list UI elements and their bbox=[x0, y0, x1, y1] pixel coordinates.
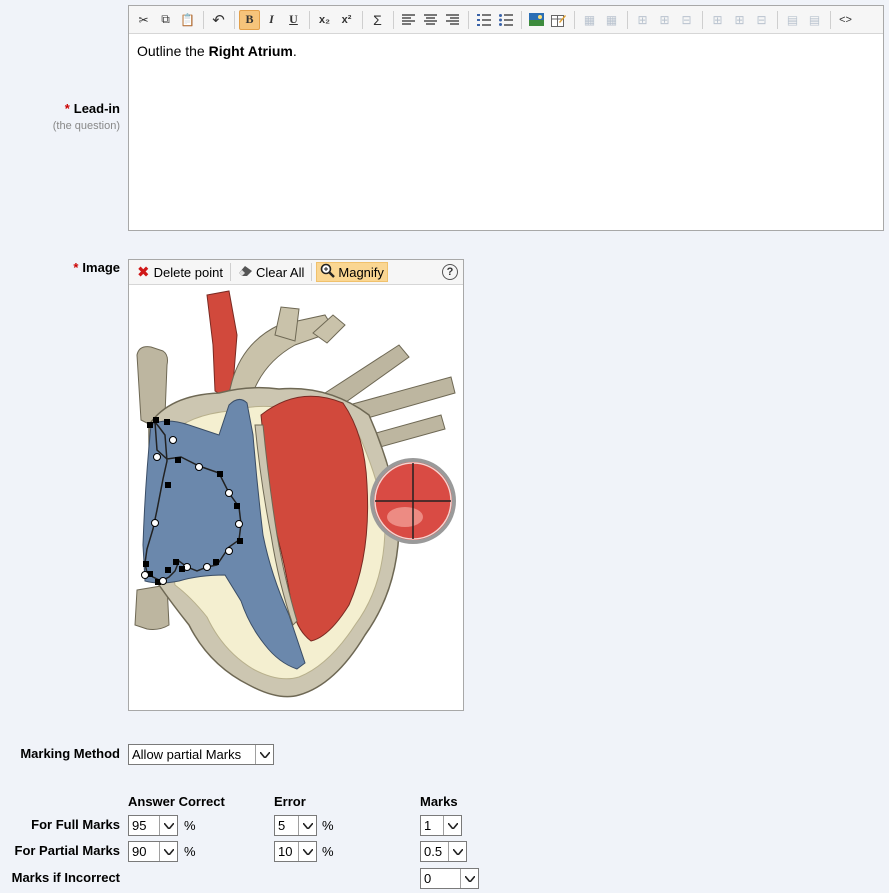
percent-unit: % bbox=[322, 844, 334, 859]
align-left-icon[interactable] bbox=[398, 10, 419, 30]
image-label-text: Image bbox=[82, 260, 120, 275]
undo-icon[interactable]: ↶ bbox=[208, 10, 229, 30]
merge-cells-icon[interactable]: ▤ bbox=[804, 10, 825, 30]
chevron-down-icon bbox=[448, 842, 466, 861]
copy-icon[interactable]: ⧉ bbox=[155, 10, 176, 30]
editor-toolbar: ✂ ⧉ 📋 ↶ B I U x₂ x² Σ ▦ ▦ ⊞ ⊞ ⊟ ⊞ ⊞ ⊟ ▤ … bbox=[129, 6, 883, 34]
edit-table-icon[interactable] bbox=[548, 10, 569, 30]
required-mark: * bbox=[73, 260, 79, 275]
image-toolbar: ✖ Delete point Clear All Magnify ? bbox=[129, 260, 463, 285]
delete-col-icon[interactable]: ⊟ bbox=[751, 10, 772, 30]
magnify-button[interactable]: Magnify bbox=[316, 262, 388, 282]
subscript-button[interactable]: x₂ bbox=[314, 10, 335, 30]
partial-answer-select[interactable]: 90 bbox=[128, 841, 178, 862]
source-code-icon[interactable]: <> bbox=[835, 10, 856, 30]
bold-button[interactable]: B bbox=[239, 9, 260, 30]
underline-button[interactable]: U bbox=[283, 10, 304, 30]
error-header: Error bbox=[274, 794, 306, 809]
close-icon: ✖ bbox=[137, 264, 150, 281]
delete-point-button[interactable]: ✖ Delete point bbox=[134, 262, 226, 282]
chevron-down-icon bbox=[298, 842, 316, 861]
partial-error-value: 10 bbox=[278, 844, 293, 859]
sigma-button[interactable]: Σ bbox=[367, 10, 388, 30]
required-mark: * bbox=[64, 101, 70, 116]
incorrect-marks-select[interactable]: 0 bbox=[420, 868, 479, 889]
help-icon[interactable]: ? bbox=[442, 264, 458, 280]
partial-error-select[interactable]: 10 bbox=[274, 841, 317, 862]
leadin-sublabel: (the question) bbox=[52, 120, 120, 132]
chevron-down-icon bbox=[460, 869, 478, 888]
incorrect-marks-value: 0 bbox=[424, 871, 432, 886]
chevron-down-icon bbox=[443, 816, 461, 835]
numbered-list-icon[interactable] bbox=[473, 10, 494, 30]
chevron-down-icon bbox=[255, 745, 273, 764]
heart-diagram-image[interactable] bbox=[129, 285, 463, 709]
partial-marks-value: 0.5 bbox=[424, 844, 443, 859]
col-after-icon[interactable]: ⊞ bbox=[729, 10, 750, 30]
marking-method-select[interactable]: Allow partial Marks bbox=[128, 744, 274, 765]
content-suffix: . bbox=[292, 43, 297, 59]
full-answer-select[interactable]: 95 bbox=[128, 815, 178, 836]
marks-header: Marks bbox=[420, 794, 458, 809]
italic-button[interactable]: I bbox=[261, 10, 282, 30]
hotspot-image-editor: ✖ Delete point Clear All Magnify ? bbox=[128, 259, 464, 711]
incorrect-marks-label: Marks if Incorrect bbox=[11, 870, 120, 885]
chevron-down-icon bbox=[159, 816, 177, 835]
row-before-icon[interactable]: ⊞ bbox=[632, 10, 653, 30]
col-before-icon[interactable]: ⊞ bbox=[707, 10, 728, 30]
chevron-down-icon bbox=[159, 842, 177, 861]
full-error-value: 5 bbox=[278, 818, 286, 833]
row-after-icon[interactable]: ⊞ bbox=[654, 10, 675, 30]
percent-unit: % bbox=[184, 818, 196, 833]
split-cells-icon[interactable]: ▤ bbox=[782, 10, 803, 30]
answer-correct-header: Answer Correct bbox=[128, 794, 225, 809]
percent-unit: % bbox=[322, 818, 334, 833]
table-icon[interactable]: ▦ bbox=[579, 10, 600, 30]
chevron-down-icon bbox=[298, 816, 316, 835]
full-answer-value: 95 bbox=[132, 818, 147, 833]
full-error-select[interactable]: 5 bbox=[274, 815, 317, 836]
marking-method-label: Marking Method bbox=[20, 746, 120, 761]
content-bold-text: Right Atrium bbox=[208, 43, 293, 59]
magnifier-icon bbox=[320, 263, 336, 281]
partial-answer-value: 90 bbox=[132, 844, 147, 859]
editor-content[interactable]: Outline the Right Atrium. bbox=[129, 34, 883, 68]
clear-all-button[interactable]: Clear All bbox=[235, 262, 307, 282]
leadin-label-text: Lead-in bbox=[73, 101, 120, 116]
leadin-label: * Lead-in bbox=[20, 101, 120, 116]
partial-marks-label: For Partial Marks bbox=[14, 843, 121, 858]
eraser-icon bbox=[238, 264, 253, 280]
magnifier-lens[interactable] bbox=[370, 458, 456, 544]
full-marks-value: 1 bbox=[424, 818, 432, 833]
content-text: Outline the bbox=[137, 43, 209, 59]
superscript-button[interactable]: x² bbox=[336, 10, 357, 30]
insert-image-icon[interactable] bbox=[526, 10, 547, 30]
full-marks-select[interactable]: 1 bbox=[420, 815, 462, 836]
bullet-list-icon[interactable] bbox=[495, 10, 516, 30]
delete-row-icon[interactable]: ⊟ bbox=[676, 10, 697, 30]
table-props-icon[interactable]: ▦ bbox=[601, 10, 622, 30]
image-label: * Image bbox=[20, 260, 120, 275]
leadin-editor[interactable]: ✂ ⧉ 📋 ↶ B I U x₂ x² Σ ▦ ▦ ⊞ ⊞ ⊟ ⊞ ⊞ ⊟ ▤ … bbox=[128, 5, 884, 231]
align-center-icon[interactable] bbox=[420, 10, 441, 30]
marking-method-value: Allow partial Marks bbox=[132, 747, 242, 762]
delete-point-label: Delete point bbox=[153, 264, 223, 280]
cut-icon[interactable]: ✂ bbox=[133, 10, 154, 30]
full-marks-label: For Full Marks bbox=[31, 817, 120, 832]
percent-unit: % bbox=[184, 844, 196, 859]
magnify-label: Magnify bbox=[338, 264, 384, 280]
partial-marks-select[interactable]: 0.5 bbox=[420, 841, 467, 862]
align-right-icon[interactable] bbox=[442, 10, 463, 30]
paste-icon[interactable]: 📋 bbox=[177, 10, 198, 30]
clear-all-label: Clear All bbox=[255, 264, 305, 280]
